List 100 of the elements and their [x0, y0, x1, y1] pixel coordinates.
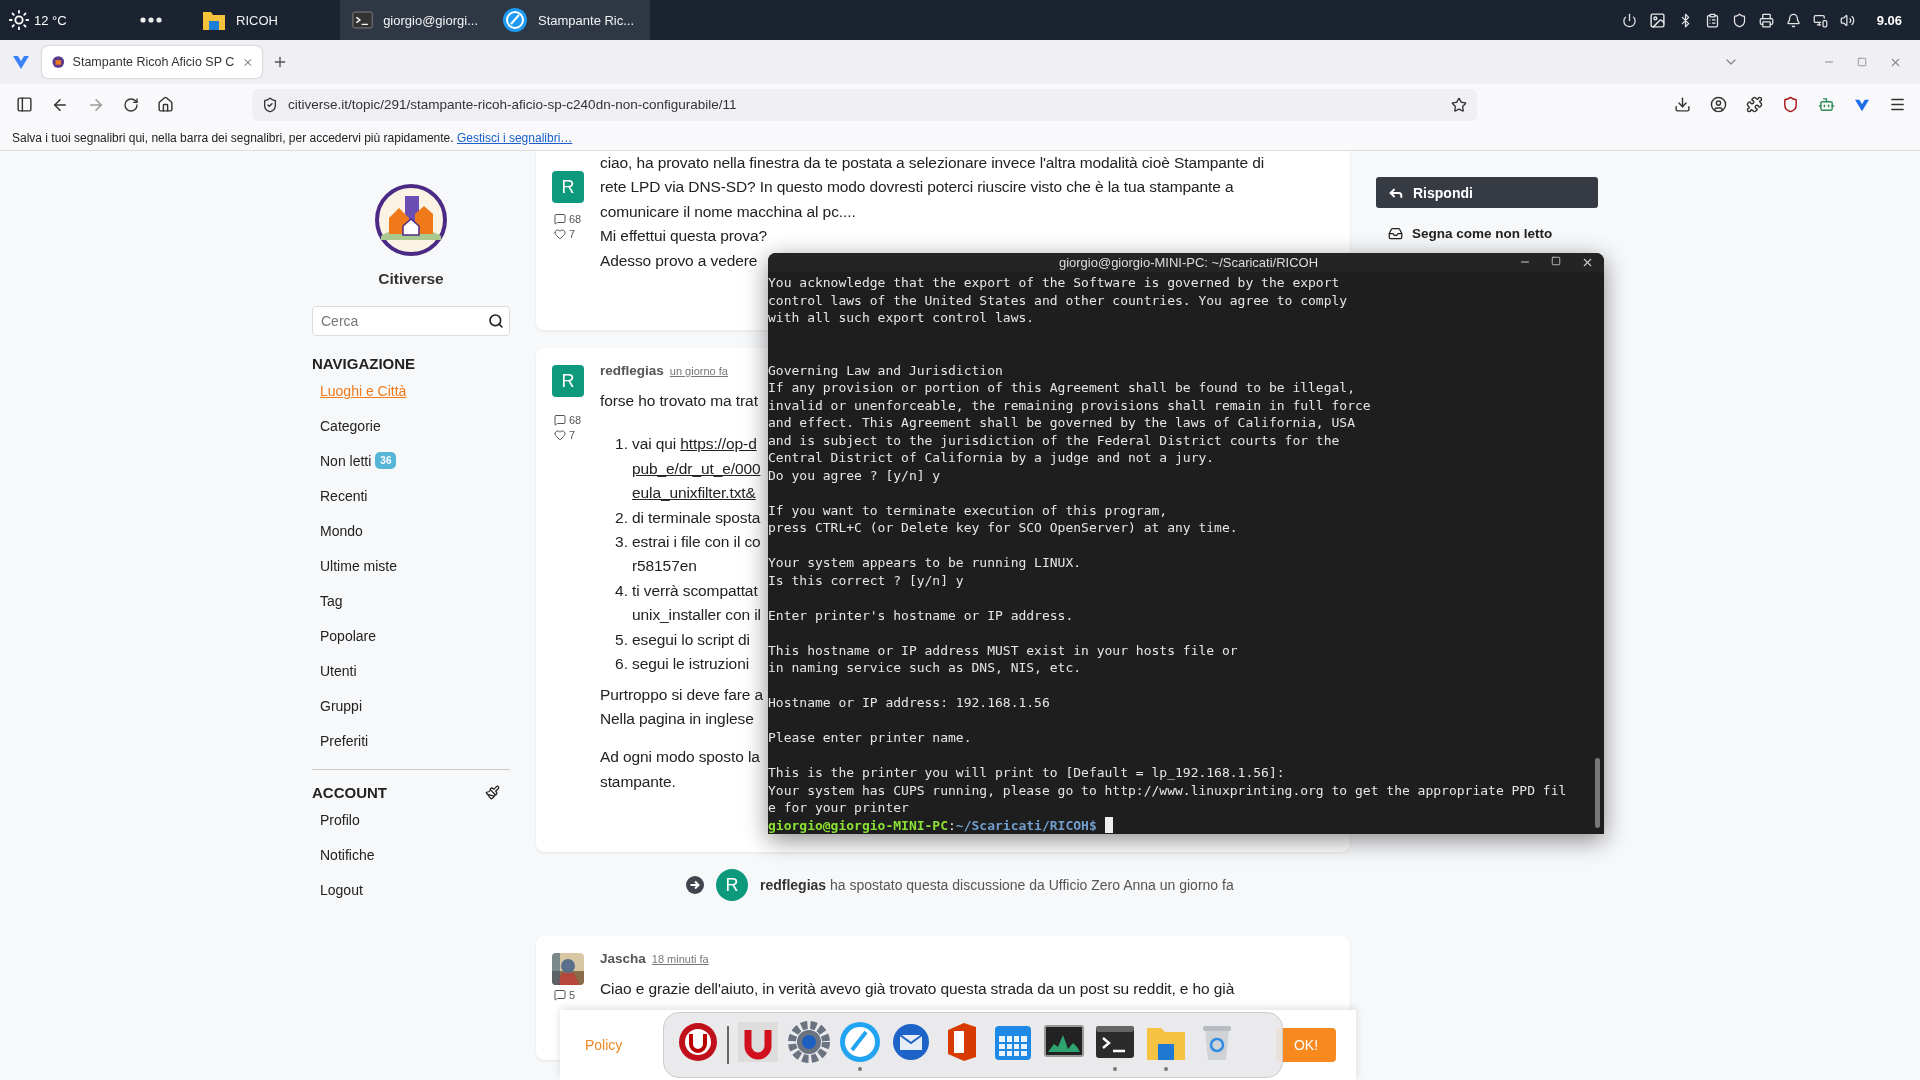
- site-name: Citiverse: [377, 270, 445, 288]
- comment-icon: [554, 414, 566, 427]
- nav-link[interactable]: Mondo: [312, 513, 510, 548]
- apps-icon[interactable]: [140, 17, 162, 23]
- post-author[interactable]: redflegias: [600, 363, 664, 379]
- display-icon[interactable]: [1812, 12, 1828, 28]
- bookmark-star-icon[interactable]: [1451, 96, 1467, 113]
- power-icon[interactable]: [1621, 12, 1637, 28]
- nav-link[interactable]: Logout: [312, 872, 510, 907]
- sidebar-icon[interactable]: [16, 96, 33, 113]
- scrollbar[interactable]: [1595, 758, 1600, 828]
- list-item-text: segui le istruzioni: [632, 654, 749, 675]
- download-link[interactable]: eula_unixfilter.txt&: [632, 484, 756, 502]
- count-badge: 36: [375, 452, 397, 469]
- compass-icon[interactable]: [838, 1019, 882, 1064]
- nav-link[interactable]: Profilo: [312, 802, 510, 837]
- magnet-icon[interactable]: [736, 1019, 780, 1064]
- terminal-line: and effect. This Agreement shall be governed by the laws of California, USA: [768, 414, 1356, 432]
- nav-link[interactable]: Popolare: [312, 618, 510, 653]
- browser-tab[interactable]: Stampante Ricoh Aficio SP C: [42, 46, 262, 78]
- terminal-line: with all such export control laws.: [768, 309, 1036, 327]
- post-text: Ad ogni modo sposto la: [600, 747, 760, 768]
- extensions-icon[interactable]: [1746, 96, 1763, 113]
- terminal-line: invalid or unenforceable, the remaining provisions shall remain in full force: [768, 396, 1372, 414]
- post-text: ciao, ha provato nella finestra da te postata a selezionare invece l'altra modalità cioè Stampante di: [600, 153, 1265, 173]
- maximize-icon[interactable]: [1551, 256, 1561, 266]
- post-time[interactable]: 18 minuti fa: [651, 953, 709, 966]
- settings-icon[interactable]: [787, 1019, 831, 1064]
- post-text: rete LPD via DNS-SD? In questo modo dovresti poterci riuscire visto che è la tua stampante a: [600, 177, 1234, 198]
- terminal-line: Central District of California by a judge and not a jury.: [768, 449, 1216, 467]
- list-number: 3.: [614, 532, 629, 553]
- list-number: 2.: [614, 507, 629, 528]
- terminal-line: control laws of the United States and other countries. You agree to comply: [768, 291, 1349, 309]
- user-avatar[interactable]: R: [552, 171, 584, 203]
- nav-link[interactable]: Utenti: [312, 653, 510, 688]
- search-icon[interactable]: [488, 313, 504, 329]
- running-indicator: [1164, 1066, 1168, 1071]
- taskbar-item[interactable]: Stampante Ric...: [490, 0, 650, 40]
- weather-temperature: 12 °C: [34, 12, 67, 28]
- terminal-line: Your system appears to be running LINUX.: [768, 554, 1083, 572]
- download-link[interactable]: https://op-d: [680, 435, 757, 453]
- image-icon[interactable]: [1648, 11, 1666, 29]
- taskbar-item[interactable]: giorgio@giorgi...: [340, 0, 490, 40]
- printer-icon[interactable]: [1758, 12, 1774, 28]
- list-number: 1.: [614, 434, 629, 455]
- nav-link[interactable]: Non letti 36: [312, 443, 510, 478]
- nav-link[interactable]: Ultime miste: [312, 548, 510, 583]
- comment-icon: [554, 989, 566, 1002]
- user-avatar[interactable]: R: [552, 365, 584, 398]
- new-tab-icon[interactable]: [272, 54, 288, 70]
- nav-link[interactable]: Notifiche: [312, 837, 510, 872]
- reply-count: 5: [552, 989, 600, 1002]
- user-avatar[interactable]: R: [716, 869, 748, 902]
- terminal-icon: [352, 9, 374, 31]
- reply-button[interactable]: Rispondi: [1376, 177, 1598, 208]
- post-author[interactable]: Jascha: [600, 951, 646, 967]
- home-icon[interactable]: [157, 96, 174, 113]
- site-favicon: [52, 55, 65, 69]
- list-item-text: ti verrà scompattat: [632, 580, 758, 601]
- nav-link[interactable]: Preferiti: [312, 723, 510, 758]
- search-field[interactable]: Cerca: [312, 306, 510, 336]
- terminal-line: If any provision or portion of this Agreement shall be found to be illegal,: [768, 379, 1356, 397]
- menu-icon[interactable]: [1889, 96, 1906, 113]
- nav-link[interactable]: Tag: [312, 583, 510, 618]
- manage-bookmarks-link[interactable]: Gestisci i segnalibri…: [456, 130, 573, 145]
- mark-unread-button[interactable]: Segna come non letto: [1376, 222, 1598, 244]
- post-time[interactable]: un giorno fa: [669, 365, 728, 378]
- terminal-line: Governing Law and Jurisdiction: [768, 361, 1004, 379]
- running-indicator: [858, 1066, 862, 1071]
- clock[interactable]: 9.06: [1876, 12, 1902, 28]
- terminal-line: If you want to terminate execution of this program,: [768, 501, 1169, 519]
- download-icon[interactable]: [1674, 96, 1691, 113]
- nav-link[interactable]: Recenti: [312, 478, 510, 513]
- brush-icon[interactable]: [485, 784, 500, 800]
- volume-icon[interactable]: [1839, 12, 1855, 28]
- inbox-icon: [1388, 225, 1403, 241]
- list-number: 4.: [614, 580, 629, 601]
- shield-icon[interactable]: [1782, 96, 1799, 113]
- reload-icon[interactable]: [123, 96, 139, 113]
- nav-link[interactable]: Gruppi: [312, 688, 510, 723]
- terminal-line: Hostname or IP address: 192.168.1.56: [768, 694, 1051, 712]
- terminal-line: Your system has CUPS running, please go to http://www.linuxprinting.org to get the appropriate PPD fil: [768, 781, 1568, 799]
- close-icon[interactable]: [1581, 256, 1594, 269]
- bell-icon[interactable]: [1785, 12, 1801, 28]
- heart-icon: [554, 429, 566, 442]
- download-link[interactable]: pub_e/dr_ut_e/000: [632, 459, 761, 477]
- browser-logo[interactable]: [1854, 97, 1870, 112]
- taskbar-item[interactable]: RICOH: [190, 0, 340, 40]
- address-bar[interactable]: citiverse.it/topic/291/stampante-ricoh-aficio-sp-c240dn-non-configurabile/11: [252, 88, 1477, 121]
- post-text: Mi effettui questa prova?: [600, 226, 767, 247]
- running-indicator: [1113, 1066, 1117, 1071]
- browser-logo[interactable]: [12, 54, 30, 70]
- clipboard-icon[interactable]: [1704, 12, 1720, 28]
- shield-icon[interactable]: [1731, 12, 1747, 28]
- account-icon[interactable]: [1710, 96, 1727, 113]
- site-logo[interactable]: [375, 184, 447, 256]
- browser-icon: [502, 7, 528, 33]
- robot-icon[interactable]: [1818, 96, 1835, 113]
- post-text: comunicare il nome macchina al pc....: [600, 201, 856, 222]
- nav-link[interactable]: Categorie: [312, 408, 510, 443]
